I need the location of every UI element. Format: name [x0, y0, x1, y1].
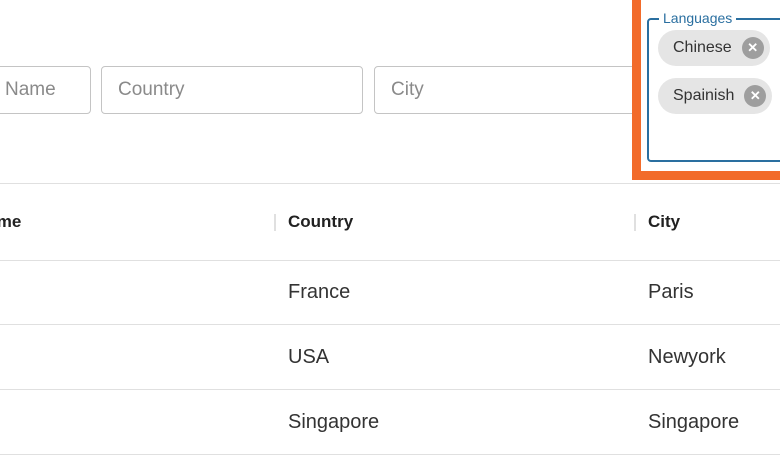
column-separator[interactable] [274, 214, 276, 231]
chip-remove-icon[interactable]: ✕ [744, 85, 767, 107]
cell-country: USA [288, 345, 330, 368]
cell-city: Newyork [648, 345, 726, 368]
cell-country: Singapore [288, 410, 380, 433]
column-header-city[interactable]: City [648, 184, 680, 260]
city-filter-field[interactable] [374, 66, 636, 114]
country-filter-input[interactable] [102, 67, 362, 113]
cell-city: Paris [648, 280, 694, 303]
country-filter-field[interactable] [101, 66, 363, 114]
chip-label: Chinese [673, 39, 732, 56]
column-separator[interactable] [634, 214, 636, 231]
column-header-country[interactable]: Country [288, 184, 353, 260]
table-row[interactable]: France Paris [0, 260, 780, 325]
chip-remove-icon[interactable]: ✕ [741, 37, 764, 59]
table-header-row: Name Country City [0, 184, 780, 261]
city-filter-input[interactable] [375, 67, 635, 113]
table-row[interactable]: Singapore Singapore [0, 390, 780, 455]
language-chip-spainish[interactable]: Spainish ✕ [658, 78, 773, 114]
chip-label: Spainish [673, 87, 735, 104]
language-chip-chinese[interactable]: Chinese ✕ [658, 30, 770, 66]
cell-country: France [288, 280, 351, 303]
cell-city: Singapore [648, 410, 740, 433]
languages-label: Languages [659, 10, 737, 26]
name-filter-field[interactable] [0, 66, 91, 114]
column-header-name[interactable]: Name [0, 184, 21, 260]
table-row[interactable]: USA Newyork [0, 325, 780, 390]
name-filter-input[interactable] [0, 67, 90, 113]
